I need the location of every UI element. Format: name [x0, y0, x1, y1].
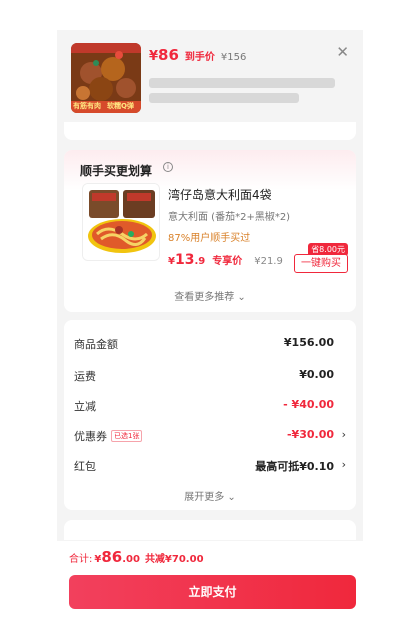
expand-more-label: 展开更多 [184, 492, 225, 503]
total-int: 86 [101, 548, 123, 566]
see-more-label: 查看更多推荐 [174, 292, 235, 303]
one-click-buy-button[interactable]: 一键购买 [294, 254, 348, 273]
subtotal-label: 商品金额 [74, 338, 118, 351]
shipping-label: 运费 [74, 370, 96, 383]
bundle-item-name[interactable]: 湾仔岛意大利面4袋 [168, 186, 272, 203]
bundle-price-tag: 专享价 [212, 256, 243, 267]
red-packet-value: 最高可抵¥0.10 [255, 460, 334, 473]
card-divider [64, 122, 356, 140]
discount-row: 立减 - ¥40.00 [74, 398, 346, 418]
red-packet-label: 红包 [74, 460, 96, 473]
pay-now-button[interactable]: 立即支付 [69, 575, 356, 609]
total-label: 合计: [69, 554, 93, 565]
price-value: 86 [158, 46, 179, 64]
bundle-price-int: 13 [174, 252, 195, 268]
bundle-item-price: ¥ 13 .9 专享价 ¥21.9 [168, 252, 283, 268]
total-symbol: ¥ [94, 554, 102, 565]
discount-label: 立减 [74, 400, 96, 413]
chevron-right-icon: › [341, 428, 346, 441]
chevron-down-icon: ⌄ [237, 292, 246, 303]
discount-value: - ¥40.00 [283, 398, 334, 411]
bundle-item-spec: 意大利面 (番茄*2+黑椒*2) [168, 212, 291, 223]
bundle-price-symbol: ¥ [168, 256, 175, 267]
coupon-value: -¥30.00 [286, 428, 334, 441]
chevron-down-icon: ⌄ [227, 492, 236, 503]
bundle-title: 顺手买更划算 [80, 164, 153, 178]
price-summary-card: 商品金额 ¥156.00 运费 ¥0.00 立减 - ¥40.00 优惠券 已选1… [64, 320, 356, 510]
chevron-right-icon: › [341, 458, 346, 471]
price-symbol: ¥ [149, 49, 159, 64]
checkout-sheet: 有筋有肉 软糯Q弹 ¥86 到手价 ¥156 ✕ 顺手买更划算 i 湾仔岛意大利… [57, 30, 363, 621]
bundle-item-image[interactable] [82, 183, 160, 261]
product-image-tag-1: 有筋有肉 [73, 102, 101, 110]
subtotal-value: ¥156.00 [283, 336, 334, 349]
blurred-product-title [149, 78, 335, 88]
coupon-row[interactable]: 优惠券 已选1张 -¥30.00 › [74, 428, 346, 448]
product-image-tag-2: 软糯Q弹 [107, 102, 134, 110]
bundle-item-bought-rate: 87%用户顺手买过 [168, 233, 251, 244]
info-icon[interactable]: i [163, 162, 173, 172]
total-saving: 共减¥70.00 [144, 554, 204, 565]
blurred-product-title-line-2 [149, 93, 299, 103]
total-amount: 合计: ¥ 86 .00 共减¥70.00 [69, 548, 204, 566]
product-price-row: ¥86 到手价 ¥156 [149, 46, 246, 64]
checkout-footer: 合计: ¥ 86 .00 共减¥70.00 立即支付 [57, 541, 363, 621]
original-price: ¥156 [220, 52, 247, 63]
shipping-value: ¥0.00 [299, 368, 334, 381]
coupon-label: 优惠券 已选1张 [74, 428, 143, 444]
see-more-recommendations-link[interactable]: 查看更多推荐 ⌄ [64, 288, 356, 303]
coupon-label-text: 优惠券 [74, 430, 107, 443]
expand-more-link[interactable]: 展开更多 ⌄ [64, 488, 356, 503]
coupon-selected-chip: 已选1张 [111, 430, 143, 442]
close-icon[interactable]: ✕ [336, 45, 349, 60]
shipping-row: 运费 ¥0.00 [74, 368, 346, 388]
bundle-original-price: ¥21.9 [254, 256, 283, 267]
total-dec: .00 [122, 554, 140, 565]
product-image: 有筋有肉 软糯Q弹 [71, 43, 141, 113]
bundle-price-dec: .9 [194, 256, 206, 267]
bundle-recommendation-card: 顺手买更划算 i 湾仔岛意大利面4袋 意大利面 (番茄*2+黑椒*2) 87%用… [64, 150, 356, 312]
red-packet-row[interactable]: 红包 最高可抵¥0.10 › [74, 458, 346, 478]
subtotal-row: 商品金额 ¥156.00 [74, 336, 346, 356]
next-card-edge [64, 520, 356, 540]
product-summary-card: 有筋有肉 软糯Q弹 ¥86 到手价 ¥156 ✕ [57, 30, 363, 142]
product-price: ¥86 [149, 46, 179, 64]
price-tag: 到手价 [184, 52, 215, 63]
